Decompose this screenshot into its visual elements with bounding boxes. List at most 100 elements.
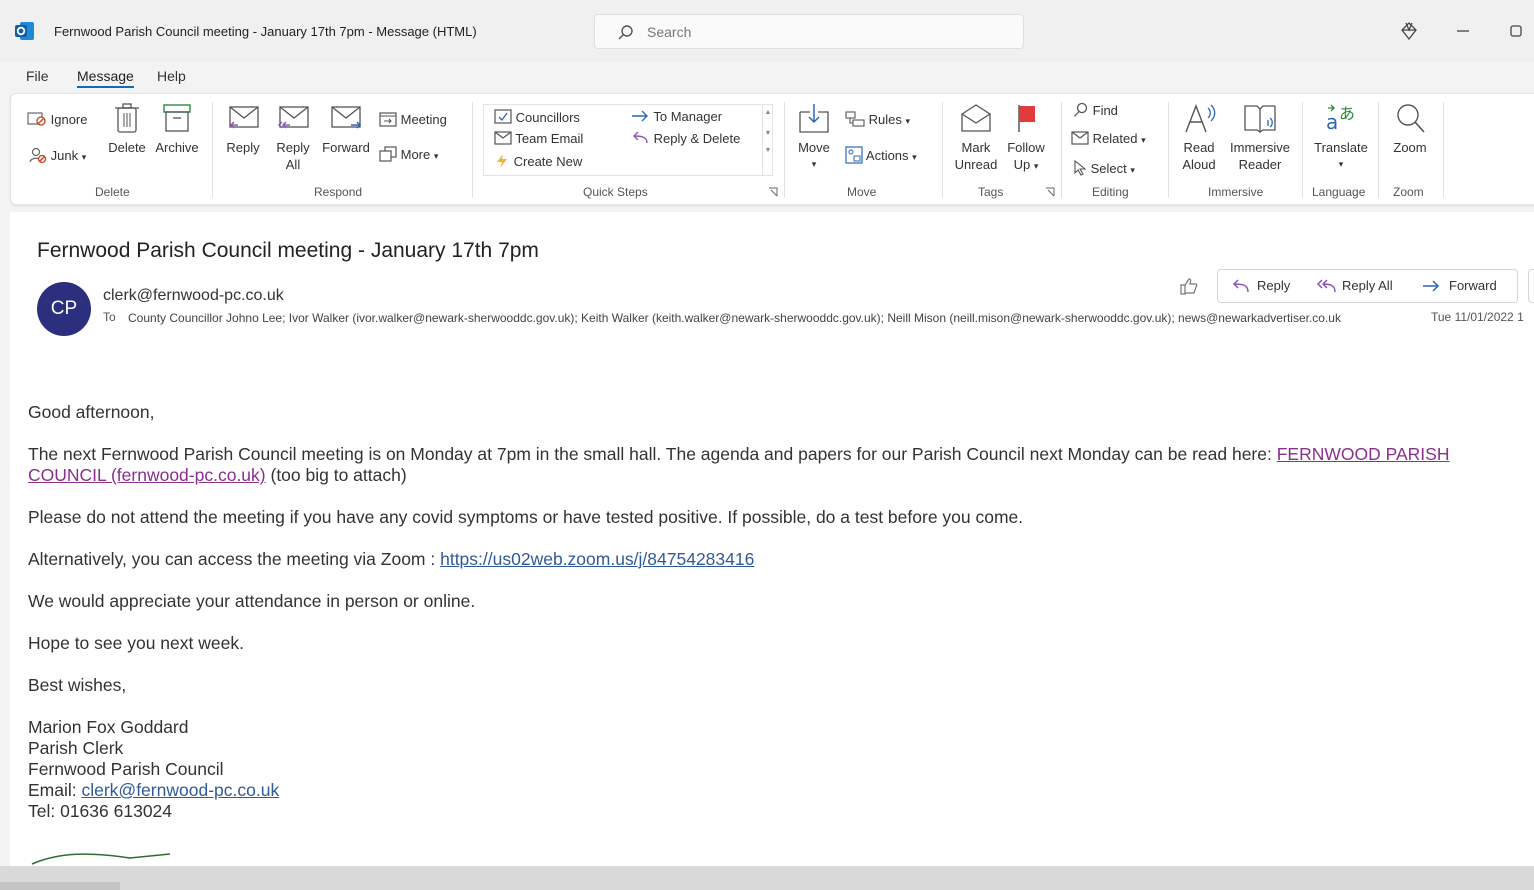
message-date: Tue 11/01/2022 1 [1431,310,1524,324]
diamond-icon[interactable] [1398,20,1420,42]
menu-bar: File Message Help [0,62,1534,92]
read-aloud-label-line2: Aloud [1182,157,1216,172]
body-paragraph: The next Fernwood Parish Council meeting… [28,444,1450,485]
zoom-group-label: Zoom [1393,185,1424,199]
scroll-down-icon[interactable]: ▼ [763,130,773,137]
delete-button[interactable]: Delete [108,102,146,156]
delete-label: Delete [108,140,146,155]
sender-address[interactable]: clerk@fernwood-pc.co.uk [103,287,284,305]
junk-label: Junk [50,148,79,163]
mark-unread-button[interactable]: Mark Unread [951,102,1001,173]
scroll-up-icon[interactable]: ▲ [763,109,773,116]
arrow-right-icon [632,110,648,122]
menu-help[interactable]: Help [157,68,186,84]
dialog-launcher-icon[interactable] [1045,187,1055,197]
related-icon [1071,131,1089,145]
scrollbar-thumb[interactable] [0,882,120,890]
zoom-button[interactable]: Zoom [1387,102,1433,156]
group-divider [1378,102,1379,198]
actions-button[interactable]: Actions ▾ [845,146,917,164]
ignore-icon [27,112,46,126]
forward-action-button[interactable]: Forward [1409,269,1518,303]
flag-icon [1018,105,1035,132]
more-actions-button[interactable]: · [1528,269,1534,303]
outlook-app-icon [15,22,34,40]
menu-file[interactable]: File [26,68,49,84]
reply-button[interactable]: Reply [223,102,263,156]
dialog-launcher-icon[interactable] [768,187,778,197]
meeting-icon [379,112,397,127]
greeting: Good afternoon, [28,402,155,422]
mark-unread-label-line1: Mark [961,140,991,155]
meeting-button[interactable]: Meeting [379,111,447,127]
expand-gallery-icon[interactable]: ▼ [763,147,773,154]
group-divider [1061,102,1062,198]
find-button[interactable]: Find [1073,102,1118,118]
ignore-button[interactable]: Ignore [27,111,88,127]
quick-steps-scrollbar[interactable]: ▲ ▼ ▼ [762,105,773,175]
rules-button[interactable]: Rules ▾ [845,111,910,127]
reply-action-label: Reply [1257,278,1291,293]
archive-button[interactable]: Archive [153,102,201,156]
related-button[interactable]: Related ▾ [1071,131,1146,146]
forward-action-label: Forward [1449,278,1497,293]
sign-off: Best wishes, [28,675,127,695]
quick-step-label: Reply & Delete [653,131,741,146]
delete-group-label: Delete [95,185,130,199]
maximize-icon[interactable] [1505,20,1527,42]
junk-button[interactable]: Junk ▾ [29,146,86,164]
minimize-icon[interactable] [1452,20,1474,42]
svg-text:あ: あ [1339,104,1355,123]
search-box[interactable]: Search [594,14,1024,49]
find-icon [1074,102,1088,117]
rules-label: Rules [868,112,902,127]
group-divider [212,102,213,198]
avatar[interactable]: CP [37,282,91,336]
reply-action-button[interactable]: Reply [1217,269,1305,303]
zoom-link[interactable]: https://us02web.zoom.us/j/84754283416 [440,549,754,569]
chevron-down-icon: ▾ [81,152,87,162]
rules-icon [845,111,865,127]
menu-message[interactable]: Message [77,68,134,88]
quick-step-councillors[interactable]: Councillors [494,109,580,125]
translate-label: Translate [1314,140,1368,155]
team-email-icon [494,131,512,145]
quick-step-create-new[interactable]: Create New [494,153,582,169]
more-button[interactable]: More ▾ [379,146,438,162]
quick-step-team-email[interactable]: Team Email [494,131,583,146]
window-title: Fernwood Parish Council meeting - Januar… [54,24,477,39]
signature-email-link[interactable]: clerk@fernwood-pc.co.uk [81,780,279,800]
reply-all-button[interactable]: Reply All [273,102,313,173]
like-button[interactable] [1170,269,1206,301]
signature-name: Marion Fox Goddard [28,717,189,737]
horizontal-scrollbar[interactable] [0,866,1534,890]
forward-label: Forward [322,140,370,155]
select-button[interactable]: Select ▾ [1073,159,1135,176]
zoom-icon [1397,104,1425,133]
reply-all-action-button[interactable]: Reply All [1303,269,1410,303]
quick-step-to-manager[interactable]: To Manager [630,109,722,124]
immersive-group-label: Immersive [1208,185,1264,199]
follow-up-button[interactable]: Follow Up ▾ [1003,102,1049,175]
translate-button[interactable]: aあ Translate ▾ [1311,102,1371,173]
forward-button[interactable]: Forward [321,102,371,156]
meeting-label: Meeting [400,112,447,127]
group-divider [1443,102,1444,198]
language-group-label: Language [1312,185,1366,199]
immersive-reader-label-line1: Immersive [1230,140,1290,155]
archive-label: Archive [155,140,199,155]
immersive-reader-button[interactable]: Immersive Reader [1227,102,1293,173]
reading-pane: Fernwood Parish Council meeting - Januar… [10,212,1534,866]
reply-all-icon [1316,279,1336,293]
recipients-list[interactable]: County Councillor Johno Lee; Ivor Walker… [128,310,1348,326]
signature: Marion Fox Goddard Parish Clerk Fernwood… [28,717,1508,822]
read-aloud-button[interactable]: Read Aloud [1178,102,1220,173]
forward-icon [1423,280,1440,292]
read-aloud-icon [1185,104,1216,133]
select-label: Select [1090,161,1127,176]
immersive-reader-icon [1244,105,1276,134]
quick-step-reply-delete[interactable]: Reply & Delete [630,131,740,146]
reply-all-icon [277,106,309,129]
move-button[interactable]: Move ▾ [794,102,834,173]
chevron-down-icon: ▾ [811,159,817,169]
